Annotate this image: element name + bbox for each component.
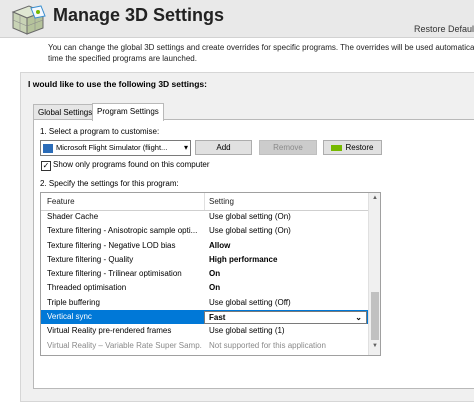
feature-cell: Texture filtering - Quality: [47, 254, 134, 264]
setting-value: Use global setting (1): [209, 326, 285, 336]
setting-cell: Use global setting (On): [209, 224, 359, 238]
settings-table: Feature Setting Shader Cache Use global s…: [40, 192, 381, 356]
table-row[interactable]: Texture filtering - Trilinear optimisati…: [41, 267, 368, 281]
scroll-up-arrow-icon[interactable]: ▲: [369, 195, 380, 205]
program-select-value: Microsoft Flight Simulator (flight...: [56, 143, 168, 152]
table-row[interactable]: Shader Cache Use global setting (On): [41, 210, 368, 224]
header-feature[interactable]: Feature: [47, 193, 75, 210]
header-setting[interactable]: Setting: [209, 193, 234, 210]
table-row[interactable]: Vertical sync Fast ⌄: [41, 310, 368, 325]
chevron-down-icon: ▾: [183, 143, 188, 152]
setting-value: Use global setting (On): [209, 226, 291, 236]
setting-value: Allow: [209, 240, 231, 250]
table-row[interactable]: Texture filtering - Anisotropic sample o…: [41, 224, 368, 238]
scroll-down-arrow-icon[interactable]: ▼: [369, 343, 380, 353]
table-row[interactable]: Texture filtering - Negative LOD bias All…: [41, 239, 368, 253]
setting-value: High performance: [209, 254, 278, 264]
show-only-label: Show only programs found on this compute…: [53, 160, 210, 169]
page-title: Manage 3D Settings: [53, 5, 225, 25]
feature-cell: Vertical sync: [47, 312, 92, 322]
section-label: I would like to use the following 3D set…: [28, 79, 207, 89]
vertical-scrollbar[interactable]: ▲ ▼: [368, 193, 380, 355]
show-only-checkbox[interactable]: ✓: [41, 161, 51, 171]
scroll-thumb[interactable]: [371, 292, 379, 340]
setting-cell: Use global setting (1): [209, 324, 359, 338]
step2-label: 2. Specify the settings for this program…: [40, 179, 179, 188]
intro-line-1: You can change the global 3D settings an…: [48, 43, 474, 52]
feature-cell: Texture filtering - Anisotropic sample o…: [47, 226, 198, 236]
setting-value: On: [209, 269, 221, 279]
setting-cell: Not supported for this application: [209, 339, 359, 353]
setting-cell: Use global setting (On): [209, 210, 359, 224]
setting-value: Use global setting (On): [209, 212, 291, 221]
column-divider[interactable]: [204, 193, 205, 210]
setting-value: On: [209, 283, 221, 293]
table-header: Feature Setting: [41, 193, 380, 211]
table-row[interactable]: Virtual Reality – Variable Rate Super Sa…: [41, 339, 368, 353]
setting-cell: Allow: [209, 239, 359, 253]
feature-cell: Texture filtering - Negative LOD bias: [47, 240, 176, 250]
restore-button-label: Restore: [345, 143, 374, 152]
table-row[interactable]: Virtual Reality pre-rendered frames Use g…: [41, 324, 368, 338]
checkmark-icon: ✓: [42, 161, 50, 170]
tab-global-settings[interactable]: Global Settings: [33, 104, 98, 120]
setting-dropdown[interactable]: Fast ⌄: [204, 310, 367, 324]
setting-cell: On: [209, 281, 359, 295]
setting-value: Not supported for this application: [209, 340, 326, 350]
setting-value: Use global setting (Off): [209, 297, 291, 307]
intro-text: You can change the global 3D settings an…: [48, 42, 474, 64]
setting-value: Fast: [209, 312, 226, 322]
step1-label: 1. Select a program to customise:: [40, 127, 160, 136]
intro-line-2: time the specified programs are launched…: [48, 54, 197, 63]
chevron-down-icon: ⌄: [355, 312, 362, 322]
restore-button[interactable]: Restore: [323, 140, 382, 155]
feature-cell: Triple buffering: [47, 297, 100, 307]
remove-button[interactable]: Remove: [259, 140, 317, 155]
feature-cell: Shader Cache: [47, 212, 99, 221]
feature-cell: Virtual Reality pre-rendered frames: [47, 326, 172, 336]
add-button[interactable]: Add: [195, 140, 252, 155]
restore-defaults-link[interactable]: Restore Defaults: [414, 24, 474, 34]
feature-cell: Texture filtering - Trilinear optimisati…: [47, 269, 182, 279]
3d-cube-logo-icon: [7, 4, 47, 36]
setting-cell: High performance: [209, 253, 359, 267]
table-row[interactable]: Threaded optimisation On: [41, 281, 368, 295]
table-row[interactable]: Texture filtering - Quality High performa…: [41, 253, 368, 267]
nvidia-icon: [331, 144, 343, 151]
tab-program-settings[interactable]: Program Settings: [92, 103, 164, 121]
setting-cell: On: [209, 267, 359, 281]
program-select[interactable]: Microsoft Flight Simulator (flight... ▾: [40, 140, 191, 156]
feature-cell: Threaded optimisation: [47, 283, 127, 293]
setting-cell: Use global setting (Off): [209, 296, 359, 310]
feature-cell: Virtual Reality – Variable Rate Super Sa…: [47, 340, 202, 350]
table-row[interactable]: Triple buffering Use global setting (Off): [41, 296, 368, 310]
table-rows: Shader Cache Use global setting (On) Textu…: [41, 210, 368, 353]
flight-simulator-icon: [43, 143, 53, 153]
